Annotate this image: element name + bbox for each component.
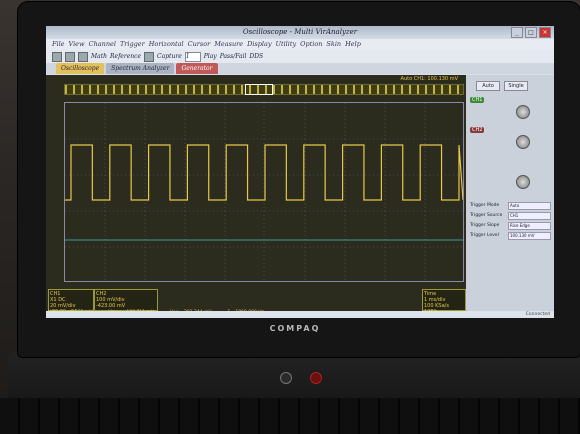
tab-oscilloscope[interactable]: Oscilloscope — [56, 63, 105, 74]
single-button[interactable]: Single — [504, 81, 528, 91]
timebase-knob[interactable] — [516, 175, 530, 189]
ch1-toggle[interactable]: CH1 — [470, 97, 485, 103]
trigger-level-input[interactable]: 100.130 mV — [508, 232, 551, 240]
trigger-info: Auto CH1: 100.130 mV — [400, 76, 458, 82]
trigger-source-select[interactable]: CH1 — [508, 212, 551, 220]
power-button[interactable] — [280, 372, 292, 384]
toolbar: Math Reference Capture 1 Play Pass/Fail … — [46, 50, 554, 63]
minimize-button[interactable]: _ — [511, 27, 523, 38]
window-controls: _ □ × — [511, 27, 551, 38]
reference-button[interactable]: Reference — [110, 53, 141, 60]
ch2-offset: -423.00 mV — [96, 303, 126, 309]
menu-item-file[interactable]: File — [52, 39, 65, 50]
save-icon[interactable] — [65, 51, 75, 62]
trigger-slope-label: Trigger Slope — [470, 223, 500, 228]
menu-item-cursor[interactable]: Cursor — [188, 39, 211, 50]
math-icon[interactable] — [78, 51, 88, 62]
memory-timeline[interactable] — [64, 84, 464, 95]
close-button[interactable]: × — [539, 27, 551, 38]
menu-item-channel[interactable]: Channel — [89, 39, 116, 50]
menu-bar: File View Channel Trigger Horizontal Cursor Me… — [46, 39, 554, 50]
math-button[interactable]: Math — [91, 53, 107, 60]
ch1-volt-knob[interactable] — [516, 105, 530, 119]
trigger-mode-label: Trigger Mode — [470, 203, 500, 208]
menu-item-trigger[interactable]: Trigger — [120, 39, 145, 50]
open-icon[interactable] — [52, 51, 62, 62]
menu-item-option[interactable]: Option — [300, 39, 322, 50]
tab-generator[interactable]: Generator — [176, 63, 218, 74]
menu-item-view[interactable]: View — [69, 39, 85, 50]
dds-button[interactable]: DDS — [249, 53, 263, 60]
time-settings[interactable]: Time 1 ms/div 100 KSa/s 12Bit — [422, 289, 466, 315]
menu-item-utility[interactable]: Utility — [276, 39, 297, 50]
menu-item-display[interactable]: Display — [247, 39, 271, 50]
keyboard — [0, 398, 580, 434]
trigger-level-label: Trigger Level — [470, 233, 499, 238]
capture-label: Capture — [157, 53, 182, 60]
ch2-volt-knob[interactable] — [516, 135, 530, 149]
auto-button[interactable]: Auto — [476, 81, 500, 91]
ch2-settings[interactable]: CH2 100 mV/div -423.00 mV — [94, 289, 158, 311]
menu-item-skin[interactable]: Skin — [326, 39, 341, 50]
tab-spectrum-analyzer[interactable]: Spectrum Analyzer — [106, 63, 175, 74]
play-button[interactable]: Play — [204, 53, 217, 60]
power-led-icon — [310, 372, 322, 384]
menu-item-measure[interactable]: Measure — [214, 39, 243, 50]
view-window[interactable] — [245, 84, 273, 95]
ch1-settings[interactable]: CH1 X1 DC 20 mV/div -80.00 mV — [48, 289, 94, 315]
menu-item-horizontal[interactable]: Horizontal — [149, 39, 184, 50]
brand-logo: COMPAQ — [269, 324, 321, 333]
tab-bar: Oscilloscope Spectrum Analyzer Generator — [46, 63, 554, 74]
ch2-toggle[interactable]: CH2 — [470, 127, 485, 133]
record-icon[interactable] — [144, 51, 155, 62]
window-title: Oscilloscope - Multi VirAnalyzer — [242, 28, 358, 36]
waveform-grid[interactable] — [64, 102, 464, 282]
passfail-button[interactable]: Pass/Fail — [220, 53, 247, 60]
trigger-mode-select[interactable]: Auto — [508, 202, 551, 210]
waveform-svg — [65, 103, 464, 281]
scope-panel: Auto CH1: 100.130 mV CH1 X1 DC 20 mV/div… — [46, 75, 466, 318]
trigger-slope-select[interactable]: Rise Edge — [508, 222, 551, 230]
screen: Oscilloscope - Multi VirAnalyzer _ □ × F… — [46, 26, 554, 318]
capture-input[interactable]: 1 — [184, 51, 201, 62]
trigger-source-label: Trigger Source — [470, 213, 503, 218]
maximize-button[interactable]: □ — [525, 27, 537, 38]
title-bar: Oscilloscope - Multi VirAnalyzer _ □ × — [46, 26, 554, 39]
menu-item-help[interactable]: Help — [345, 39, 361, 50]
status-bar: Connected — [46, 311, 554, 318]
control-panel: Auto Single CH1 CH2 Trigger Mode Auto Tr… — [466, 75, 554, 318]
